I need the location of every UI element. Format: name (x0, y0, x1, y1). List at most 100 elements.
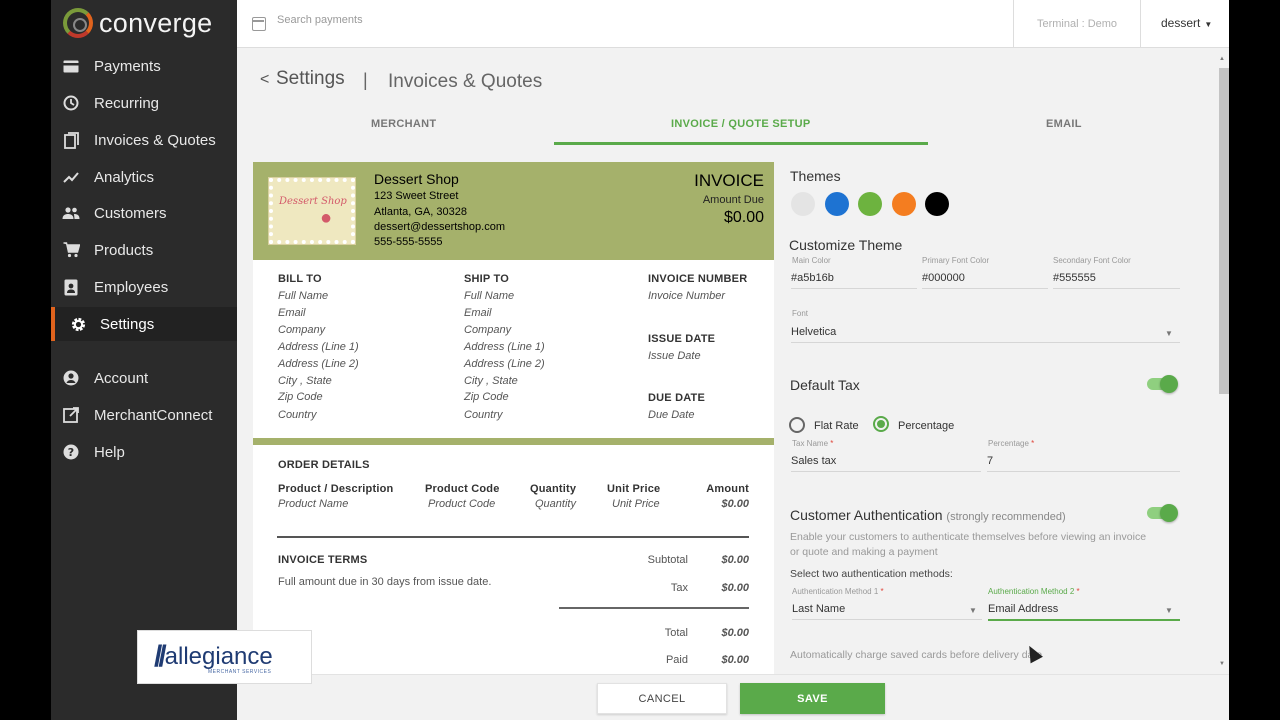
breadcrumb-settings[interactable]: Settings (276, 68, 345, 90)
allegiance-logo: // allegiance MERCHANT SERVICES (137, 630, 312, 684)
page-title: Invoices & Quotes (388, 71, 543, 92)
subtotal-label: Subtotal (647, 554, 688, 566)
order-col-product: Product / Description (278, 483, 394, 495)
theme-swatch-blue[interactable] (825, 192, 849, 216)
ship-to-line: Company (464, 324, 512, 336)
auth-method-1-label: Authentication Method 1 * (792, 587, 884, 596)
sidebar-item-settings[interactable]: Settings (51, 307, 237, 341)
tax-value: $0.00 (721, 582, 749, 594)
sidebar-item-payments[interactable]: Payments (51, 49, 237, 83)
card-icon (62, 57, 80, 75)
auth-method-1-select[interactable]: Last Name (792, 603, 982, 620)
ship-to-line: City , State (464, 375, 518, 387)
paid-value: $0.00 (721, 654, 749, 666)
sidebar-item-label: Customers (94, 204, 167, 222)
tab-merchant[interactable]: MERCHANT (371, 118, 436, 130)
bill-to-line: Full Name (278, 290, 329, 302)
people-icon (62, 204, 80, 222)
sidebar-item-label: Settings (100, 315, 155, 333)
ship-to-line: Full Name (464, 290, 515, 302)
theme-swatch-gray[interactable] (791, 192, 815, 216)
invoice-terms-text: Full amount due in 30 days from issue da… (278, 576, 492, 588)
customer-auth-toggle[interactable] (1147, 504, 1178, 522)
bill-to-line: Address (Line 2) (278, 358, 359, 370)
sidebar-item-help[interactable]: ? Help (51, 435, 237, 469)
due-date-heading: DUE DATE (648, 392, 706, 404)
theme-swatch-orange[interactable] (892, 192, 916, 216)
ship-to-line: Address (Line 2) (464, 358, 545, 370)
user-menu[interactable]: dessert ▼ (1161, 16, 1212, 30)
sidebar-item-label: Analytics (94, 168, 155, 186)
total-label: Total (664, 627, 688, 639)
cart-icon (62, 241, 80, 259)
theme-swatch-green[interactable] (858, 192, 882, 216)
customer-auth-heading: Customer Authentication (strongly recomm… (790, 507, 1066, 523)
customer-auth-desc-2: or quote and making a payment (790, 546, 938, 558)
save-button[interactable]: SAVE (740, 683, 885, 714)
sidebar-item-analytics[interactable]: Analytics (51, 160, 237, 194)
subtotal-value: $0.00 (721, 554, 749, 566)
clock-icon (62, 94, 80, 112)
customer-auth-desc-1: Enable your customers to authenticate th… (790, 531, 1147, 543)
flat-rate-radio[interactable] (789, 417, 805, 433)
scroll-down-icon[interactable]: ▼ (1219, 661, 1225, 667)
total-value: $0.00 (721, 627, 749, 639)
scroll-up-icon[interactable]: ▲ (1219, 56, 1225, 62)
font-select[interactable]: Helvetica (791, 326, 1180, 343)
bill-to-line: Country (278, 409, 317, 421)
converge-logo[interactable]: converge (63, 6, 212, 40)
required-marker: * (880, 587, 884, 596)
percentage-field-label-text: Percentage (988, 439, 1029, 448)
order-col-code: Product Code (425, 483, 500, 495)
sidebar-item-label: Recurring (94, 94, 160, 112)
cupcake-icon: ● (319, 206, 333, 229)
shop-name: Dessert Shop (374, 171, 459, 187)
sidebar-item-label: Help (94, 443, 125, 461)
default-tax-heading: Default Tax (790, 377, 860, 393)
percentage-field[interactable] (987, 455, 1180, 472)
customer-auth-hint: (strongly recommended) (946, 511, 1066, 523)
sidebar-item-merchantconnect[interactable]: MerchantConnect (51, 398, 237, 432)
select-methods-label: Select two authentication methods: (790, 568, 953, 580)
main-color-field[interactable] (791, 272, 917, 289)
svg-text:?: ? (68, 446, 74, 459)
amount-due-value: $0.00 (723, 209, 764, 226)
order-cell-quantity: Quantity (535, 498, 576, 510)
gear-icon (69, 315, 87, 333)
default-tax-toggle[interactable] (1147, 375, 1178, 393)
tax-name-field[interactable] (791, 455, 981, 472)
tax-label: Tax (670, 582, 688, 594)
calendar-icon (252, 17, 266, 31)
scrollbar-thumb[interactable] (1219, 68, 1229, 394)
sidebar-item-recurring[interactable]: Recurring (51, 86, 237, 120)
sidebar-item-products[interactable]: Products (51, 233, 237, 267)
amount-due-label: Amount Due (702, 194, 764, 206)
cancel-button[interactable]: CANCEL (597, 683, 727, 714)
auth-method-2-label: Authentication Method 2 * (988, 587, 1080, 596)
invoice-terms-heading: INVOICE TERMS (278, 554, 368, 566)
primary-font-color-field[interactable] (922, 272, 1048, 289)
sidebar-item-customers[interactable]: Customers (51, 196, 237, 230)
auth-method-2-select[interactable]: Email Address (988, 603, 1180, 621)
help-icon: ? (62, 443, 80, 461)
secondary-font-color-field[interactable] (1053, 272, 1180, 289)
sidebar-item-account[interactable]: Account (51, 361, 237, 395)
sidebar-item-employees[interactable]: Employees (51, 270, 237, 304)
sidebar-item-invoices-quotes[interactable]: Invoices & Quotes (51, 123, 237, 157)
back-chevron-icon[interactable]: < (260, 71, 269, 89)
bill-to-line: Company (278, 324, 326, 336)
tab-email[interactable]: EMAIL (1046, 118, 1082, 130)
bill-to-heading: BILL TO (278, 273, 322, 285)
invoice-divider-bar (253, 438, 774, 445)
theme-swatch-black[interactable] (925, 192, 949, 216)
tab-invoice-quote-setup[interactable]: INVOICE / QUOTE SETUP (671, 118, 811, 130)
caret-down-icon: ▼ (1204, 20, 1213, 29)
auto-charge-text: Automatically charge saved cards before … (790, 649, 1043, 661)
allegiance-wordmark: allegiance (164, 643, 273, 670)
terminal-indicator[interactable]: Terminal : Demo (1013, 0, 1141, 48)
order-cell-amount: $0.00 (721, 498, 749, 510)
search-input[interactable] (277, 14, 577, 26)
shop-logo: Dessert Shop ● (268, 177, 356, 245)
issue-date-heading: ISSUE DATE (648, 333, 716, 345)
percentage-radio[interactable] (873, 416, 889, 432)
